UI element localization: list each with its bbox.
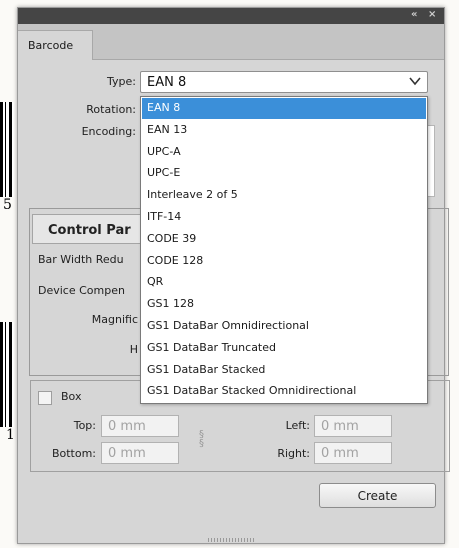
panel-titlebar[interactable]: « ×	[18, 8, 444, 24]
magnification-label: Magnific	[91, 313, 138, 326]
bottom-margin-field[interactable]: 0 mm	[101, 442, 179, 464]
dropdown-option[interactable]: GS1 DataBar Truncated	[142, 338, 426, 359]
dropdown-option-label: GS1 DataBar Stacked	[147, 362, 266, 376]
create-button-label: Create	[357, 489, 398, 503]
dropdown-option[interactable]: UPC-A	[142, 142, 426, 163]
dropdown-option-label: QR	[147, 275, 164, 289]
resize-grip[interactable]	[208, 538, 254, 542]
device-compensation-label: Device Compen	[38, 284, 125, 297]
chevron-down-icon[interactable]	[408, 74, 422, 88]
top-margin-field[interactable]: 0 mm	[101, 415, 179, 437]
type-dropdown-list: EAN 8 EAN 13 UPC-A UPC-E Interleave 2 of 5 IT…	[140, 96, 428, 404]
dropdown-option-label: ITF-14	[147, 210, 182, 223]
dropdown-option-label: UPC-E	[147, 166, 181, 180]
create-button[interactable]: Create	[319, 483, 436, 508]
dropdown-option-label: GS1 DataBar Omnidirectional	[147, 319, 309, 332]
tab-barcode-label: Barcode	[28, 39, 74, 52]
dropdown-option-label: GS1 DataBar Stacked Omnidirectional	[147, 384, 357, 398]
dropdown-option[interactable]: EAN 13	[142, 120, 426, 141]
dropdown-option[interactable]: CODE 128	[142, 251, 426, 272]
barcode-panel: « × Barcode Type: Rotation: Encoding: Co…	[17, 7, 450, 544]
dropdown-option[interactable]: GS1 DataBar Stacked	[142, 360, 426, 381]
tab-strip: Barcode	[18, 24, 444, 60]
dropdown-option-label: Interleave 2 of 5	[147, 188, 238, 202]
type-label: Type:	[107, 75, 136, 88]
box-checkbox[interactable]	[38, 391, 52, 405]
dropdown-option[interactable]: GS1 DataBar Omnidirectional	[142, 316, 426, 337]
top-label: Top:	[73, 419, 96, 432]
rotation-label: Rotation:	[86, 103, 136, 116]
dropdown-option[interactable]: UPC-E	[142, 163, 426, 184]
box-label: Box	[61, 390, 82, 403]
dropdown-option[interactable]: GS1 128	[142, 294, 426, 315]
height-label: H	[129, 343, 138, 356]
dropdown-option[interactable]: QR	[142, 272, 426, 293]
type-select-value: EAN 8	[147, 75, 187, 90]
dropdown-option-label: CODE 39	[147, 231, 197, 245]
link-chain-icon[interactable]: § §	[199, 430, 204, 449]
dropdown-option-label: GS1 128	[147, 297, 194, 311]
encoding-label: Encoding:	[81, 125, 136, 138]
control-panel-header[interactable]: Control Par	[32, 214, 142, 244]
dropdown-option-label: EAN 13	[147, 122, 188, 136]
background-digit-bottom: 1	[6, 427, 15, 443]
collapse-icon[interactable]: «	[411, 9, 417, 20]
dropdown-option-label: EAN 8	[147, 101, 181, 114]
dropdown-option-label: CODE 128	[147, 253, 204, 267]
left-label: Left:	[285, 419, 310, 432]
right-label: Right:	[277, 447, 310, 460]
background-barcode-top	[0, 102, 14, 197]
right-margin-value: 0 mm	[321, 446, 359, 461]
tab-barcode[interactable]: Barcode	[18, 30, 93, 60]
left-margin-field[interactable]: 0 mm	[314, 415, 392, 437]
right-margin-field[interactable]: 0 mm	[314, 442, 392, 464]
dropdown-option[interactable]: GS1 DataBar Stacked Omnidirectional	[142, 381, 426, 402]
left-margin-value: 0 mm	[321, 419, 359, 434]
bar-width-reduction-label: Bar Width Redu	[38, 253, 124, 266]
close-icon[interactable]: ×	[428, 9, 436, 20]
dropdown-option[interactable]: ITF-14	[142, 207, 426, 228]
type-select[interactable]: EAN 8	[140, 71, 428, 93]
background-digit-top: 5	[3, 197, 12, 213]
top-margin-value: 0 mm	[108, 419, 146, 434]
bottom-label: Bottom:	[51, 447, 96, 460]
dropdown-option-label: GS1 DataBar Truncated	[147, 340, 276, 354]
dropdown-option[interactable]: CODE 39	[142, 229, 426, 250]
control-panel-title: Control Par	[48, 223, 131, 238]
bottom-margin-value: 0 mm	[108, 446, 146, 461]
background-barcode-bottom	[0, 322, 14, 427]
dropdown-option[interactable]: EAN 8	[142, 98, 426, 119]
dropdown-option-label: UPC-A	[147, 144, 181, 158]
dropdown-option[interactable]: Interleave 2 of 5	[142, 185, 426, 206]
